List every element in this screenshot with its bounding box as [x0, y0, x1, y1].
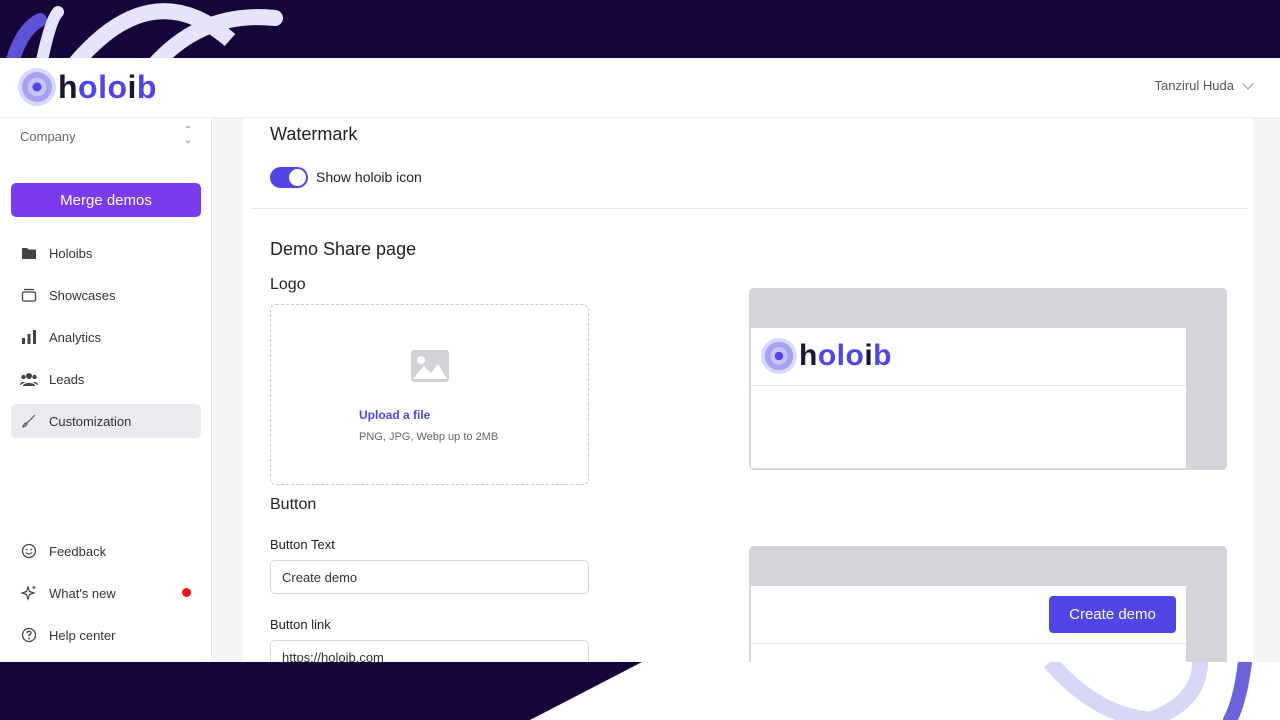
decorative-arcs-top: [5, 3, 283, 60]
sidebar-item-label: Customization: [49, 413, 132, 429]
watermark-title: Watermark: [270, 124, 358, 144]
share-page-title: Demo Share page: [270, 239, 417, 259]
bar-chart-icon: [20, 328, 38, 346]
sidebar-item-whats-new[interactable]: What's new: [11, 576, 201, 610]
sidebar-item-help-center[interactable]: Help center: [11, 618, 201, 652]
smile-icon: [20, 542, 38, 560]
button-title: Button: [270, 496, 317, 513]
company-selector[interactable]: Company ⌃ ⌄: [20, 126, 192, 146]
sidebar-item-label: Analytics: [49, 329, 102, 345]
logo-upload-dropzone[interactable]: Upload a file PNG, JPG, Webp up to 2MB: [270, 304, 589, 485]
watermark-toggle-label: Show holoib icon: [316, 169, 422, 185]
main-content: Watermark Show holoib icon Demo Share pa…: [213, 118, 1280, 662]
sidebar-item-analytics[interactable]: Analytics: [11, 320, 201, 354]
users-icon: [20, 370, 38, 388]
logo-mark-icon: [18, 68, 56, 106]
button-link-label: Button link: [270, 617, 331, 632]
brush-icon: [20, 412, 38, 430]
sidebar-item-holoibs[interactable]: Holoibs: [11, 236, 201, 270]
button-link-input[interactable]: [270, 640, 589, 662]
button-preview-page: Create demo: [751, 586, 1186, 662]
sidebar: Company ⌃ ⌄ Merge demos Holoibs Showcases…: [0, 118, 212, 662]
sparkle-icon: [20, 584, 38, 602]
logo-mark-icon: [761, 338, 797, 374]
top-bar: holoib Tanzirul Huda: [0, 58, 1280, 118]
help-icon: [20, 626, 38, 644]
sidebar-item-label: Holoibs: [49, 245, 93, 261]
settings-card: Watermark Show holoib icon Demo Share pa…: [243, 118, 1253, 662]
sidebar-item-label: What's new: [49, 585, 116, 601]
logo-preview-page: holoib: [751, 328, 1186, 468]
button-preview: Create demo: [749, 546, 1227, 662]
button-text-input[interactable]: [270, 560, 589, 594]
merge-demos-button[interactable]: Merge demos: [11, 183, 201, 217]
company-label: Company: [20, 128, 76, 144]
image-icon: [410, 349, 450, 388]
upload-file-link[interactable]: Upload a file: [359, 408, 430, 422]
up-down-chevron-icon: ⌃ ⌄: [183, 125, 192, 146]
sidebar-item-feedback[interactable]: Feedback: [11, 534, 201, 568]
sidebar-item-label: Help center: [49, 627, 116, 643]
sidebar-item-customization[interactable]: Customization: [11, 404, 201, 438]
preview-create-demo-button[interactable]: Create demo: [1049, 596, 1176, 633]
button-text-label: Button Text: [270, 537, 335, 552]
sidebar-item-showcases[interactable]: Showcases: [11, 278, 201, 312]
app-window: holoib Tanzirul Huda Company ⌃ ⌄ Merge de…: [0, 58, 1280, 662]
preview-divider: [751, 643, 1186, 644]
chevron-down-icon: [1242, 77, 1254, 90]
sidebar-item-label: Feedback: [49, 543, 107, 559]
preview-brand-wordmark: holoib: [799, 339, 892, 372]
watermark-toggle[interactable]: [270, 167, 308, 188]
sidebar-item-leads[interactable]: Leads: [11, 362, 201, 396]
sidebar-item-label: Showcases: [49, 287, 116, 303]
preview-brand-logo: holoib: [761, 338, 892, 374]
brand-wordmark: holoib: [58, 69, 157, 105]
user-menu[interactable]: Tanzirul Huda: [1154, 77, 1254, 93]
logo-preview: holoib: [749, 288, 1227, 470]
upload-hint: PNG, JPG, Webp up to 2MB: [359, 431, 499, 443]
brand-logo[interactable]: holoib: [18, 68, 157, 106]
preview-divider: [751, 385, 1186, 386]
sidebar-item-label: Leads: [49, 371, 85, 387]
folder-icon: [20, 244, 38, 262]
archive-icon: [20, 286, 38, 304]
decorative-shapes-bottom: [530, 662, 1280, 720]
notification-badge: [182, 588, 191, 597]
logo-title: Logo: [270, 276, 306, 293]
user-name: Tanzirul Huda: [1154, 78, 1235, 93]
section-divider: [251, 208, 1247, 209]
